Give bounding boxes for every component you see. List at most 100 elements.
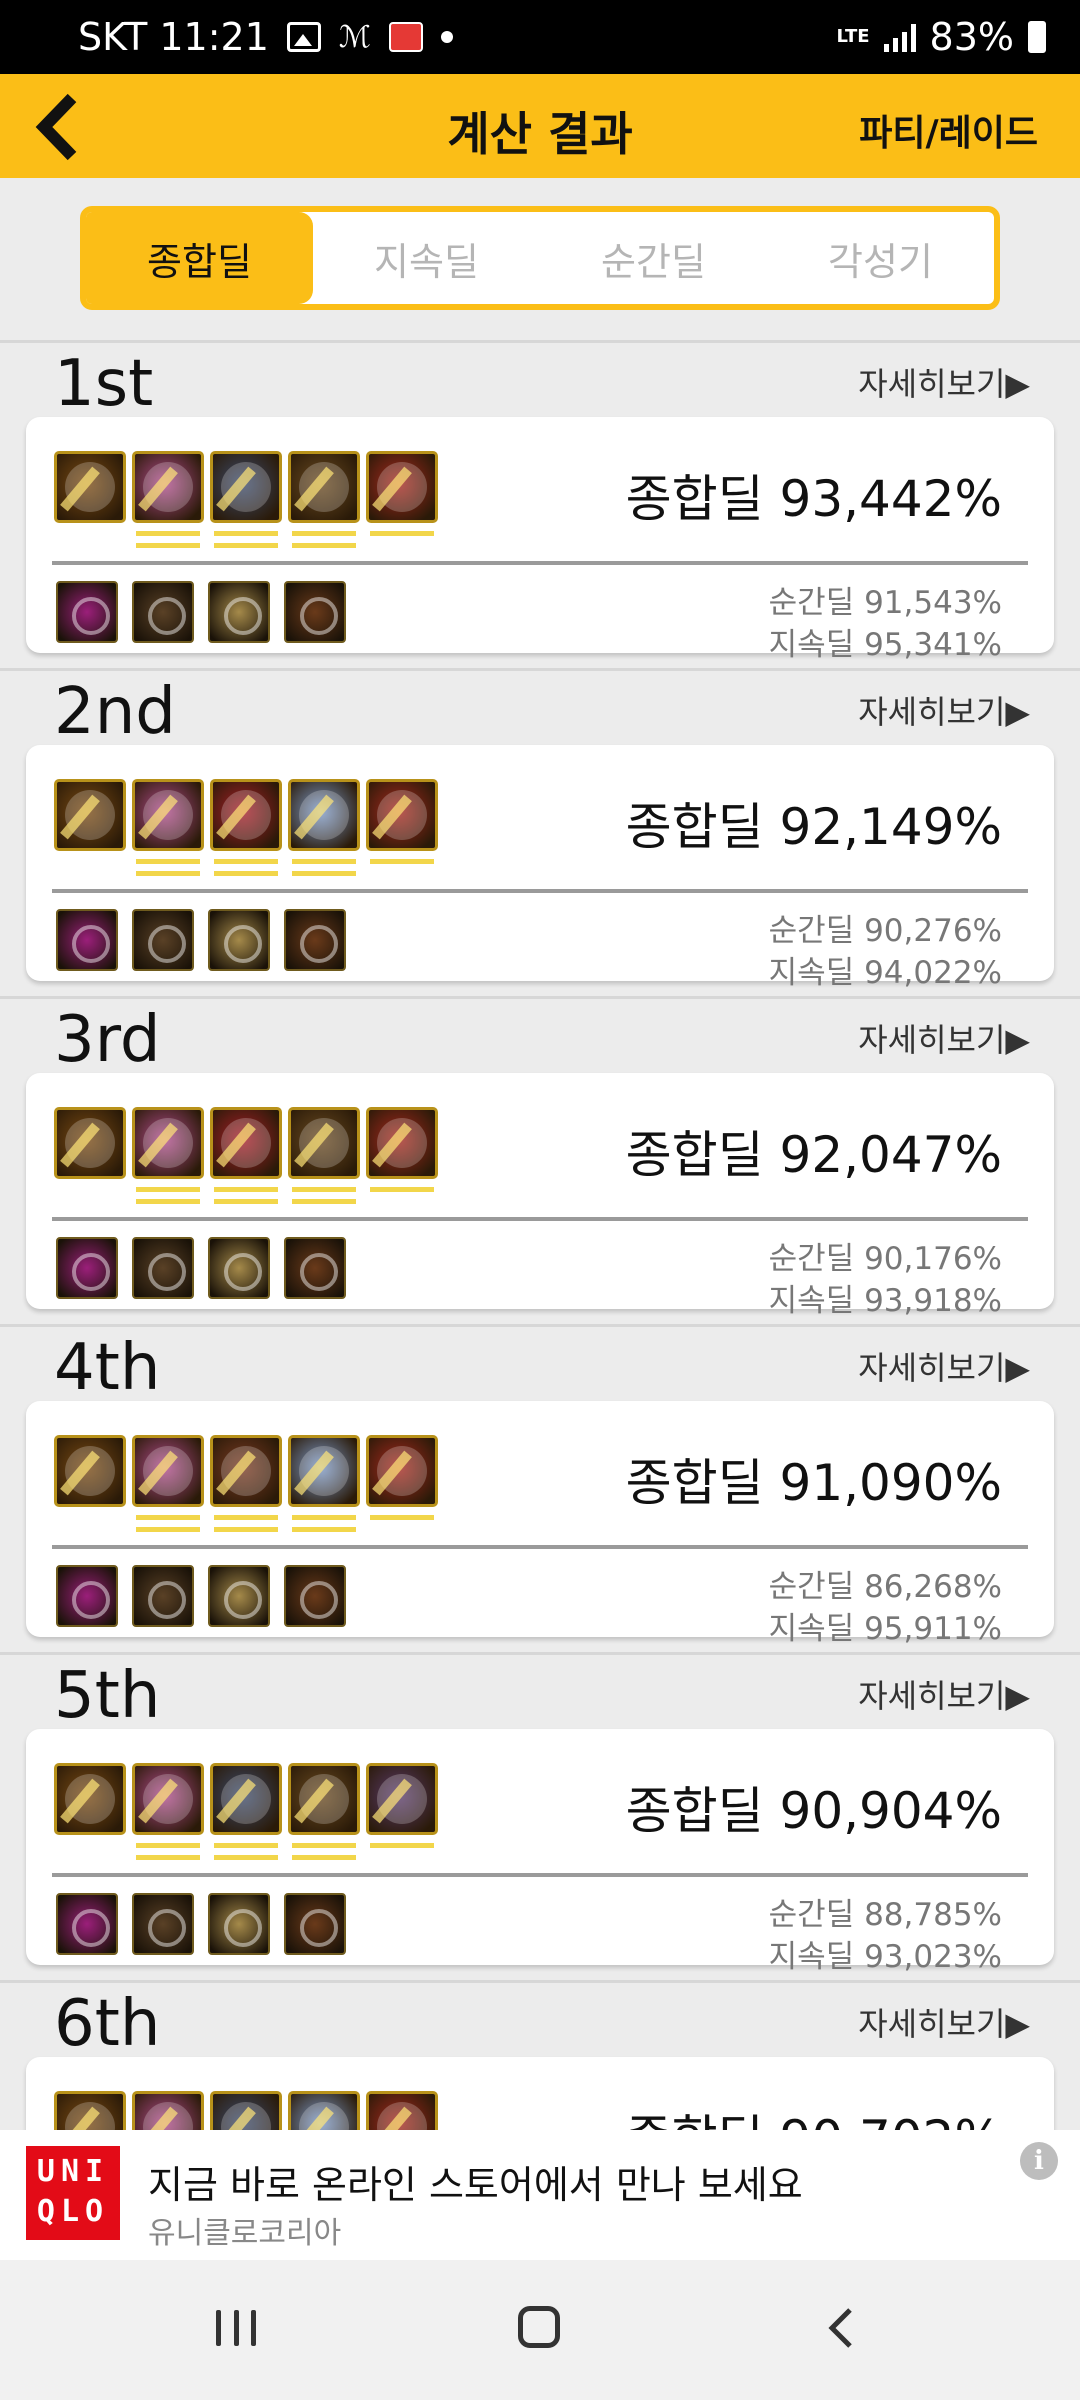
results-list[interactable]: 1st 자세히보기▶ 종합딜 93,442% 순간딜 91,543% 지속딜 95,34… [0, 340, 1080, 2130]
enhance-marker [292, 1515, 356, 1520]
result-card[interactable]: 종합딜 92,047% 순간딜 90,176% 지속딜 93,918% [26, 1073, 1054, 1319]
equipment-icon [366, 1435, 438, 1507]
equipment-slot [54, 1435, 126, 1507]
system-nav-bar [0, 2260, 1080, 2400]
card-divider [52, 1217, 1028, 1221]
enhance-marker [136, 543, 200, 548]
equipment-slot [288, 1107, 360, 1204]
party-raid-button[interactable]: 파티/레이드 [859, 104, 1038, 156]
view-details-link[interactable]: 자세히보기▶ [858, 359, 1030, 405]
app-notification-icon [388, 22, 423, 52]
sub-equipment-icon [56, 1565, 118, 1627]
sub-equipment-icon [56, 1893, 118, 1955]
equipment-icon [288, 1763, 360, 1835]
enhance-marker [370, 1187, 434, 1192]
sustained-damage-value: 지속딜 95,911% [768, 1611, 1002, 1647]
signature-app-icon: ℳ [338, 19, 371, 55]
equipment-slot [366, 779, 438, 864]
tab-total-damage[interactable]: 종합딜 [86, 212, 313, 304]
more-notifications-icon [440, 31, 453, 43]
enhance-marker [292, 1855, 356, 1860]
sub-equipment-icon [56, 1237, 118, 1299]
rank-label: 1st [54, 347, 154, 421]
signal-icon [883, 22, 916, 52]
enhance-marker [370, 1843, 434, 1848]
result-card[interactable]: 종합딜 93,442% 순간딜 91,543% 지속딜 95,341% [26, 417, 1054, 663]
result-card[interactable]: 종합딜 90,702% [26, 2057, 1054, 2130]
card-divider [52, 889, 1028, 893]
view-details-link[interactable]: 자세히보기▶ [858, 687, 1030, 733]
burst-damage-value: 순간딜 90,276% [768, 913, 1002, 949]
view-details-link[interactable]: 자세히보기▶ [858, 1015, 1030, 1061]
battery-percent: 83% [929, 15, 1014, 59]
view-details-link[interactable]: 자세히보기▶ [858, 1343, 1030, 1389]
equipment-icon [210, 451, 282, 523]
burst-damage-value: 순간딜 90,176% [768, 1241, 1002, 1277]
gallery-notification-icon [286, 22, 321, 52]
tab-sustained-damage[interactable]: 지속딜 [313, 212, 540, 304]
home-icon[interactable] [518, 2306, 560, 2348]
ad-banner[interactable]: UNI QLO 지금 바로 온라인 스토어에서 만나 보세요 유니클로코리아 i [0, 2130, 1080, 2260]
sub-equipment-icon [284, 1893, 346, 1955]
equipment-slot [210, 451, 282, 548]
sub-equipment-icon [132, 1893, 194, 1955]
equipment-icon [288, 1107, 360, 1179]
equipment-slot [54, 451, 126, 523]
rank-label: 6th [54, 1987, 161, 2061]
equipment-slot [54, 1107, 126, 1179]
enhance-marker [136, 871, 200, 876]
status-bar: SKT 11:21 ℳ LTE 83% [0, 0, 1080, 74]
recent-apps-icon[interactable] [216, 2310, 256, 2346]
equipment-slot [288, 779, 360, 876]
ad-info-icon[interactable]: i [1020, 2142, 1058, 2180]
tab-burst-damage[interactable]: 순간딜 [540, 212, 767, 304]
sub-equipment-icon [132, 581, 194, 643]
nav-back-icon[interactable] [826, 2306, 856, 2350]
equipment-icon [366, 1107, 438, 1179]
sub-equipment-row [56, 909, 346, 971]
equipment-slot [54, 779, 126, 851]
sustained-damage-value: 지속딜 93,918% [768, 1283, 1002, 1319]
enhance-marker [214, 871, 278, 876]
card-divider [52, 1545, 1028, 1549]
result-card[interactable]: 종합딜 91,090% 순간딜 86,268% 지속딜 95,911% [26, 1401, 1054, 1647]
ad-title: 지금 바로 온라인 스토어에서 만나 보세요 [148, 2163, 803, 2207]
result-rank-1: 1st 자세히보기▶ 종합딜 93,442% 순간딜 91,543% 지속딜 95,34… [0, 340, 1080, 668]
equipment-slot [288, 2091, 360, 2130]
burst-damage-value: 순간딜 88,785% [768, 1897, 1002, 1933]
sub-equipment-icon [208, 1565, 270, 1627]
equipment-slot [366, 2091, 438, 2130]
equipment-row [54, 2091, 438, 2130]
equipment-icon [54, 2091, 126, 2130]
result-card[interactable]: 종합딜 90,904% 순간딜 88,785% 지속딜 93,023% [26, 1729, 1054, 1975]
enhance-marker [214, 531, 278, 536]
equipment-slot [210, 2091, 282, 2130]
result-rank-3: 3rd 자세히보기▶ 종합딜 92,047% 순간딜 90,176% 지속딜 93,91… [0, 996, 1080, 1324]
sustained-damage-value: 지속딜 93,023% [768, 1939, 1002, 1975]
equipment-slot [132, 779, 204, 876]
enhance-marker [136, 1855, 200, 1860]
equipment-icon [54, 1435, 126, 1507]
view-details-link[interactable]: 자세히보기▶ [858, 1671, 1030, 1717]
equipment-slot [288, 451, 360, 548]
equipment-icon [210, 1107, 282, 1179]
total-damage-value: 종합딜 92,047% [625, 1126, 1002, 1184]
enhance-marker [136, 1527, 200, 1532]
sub-equipment-icon [284, 581, 346, 643]
enhance-marker [292, 1527, 356, 1532]
equipment-icon [210, 1763, 282, 1835]
result-card[interactable]: 종합딜 92,149% 순간딜 90,276% 지속딜 94,022% [26, 745, 1054, 991]
uniqlo-logo: UNI QLO [26, 2146, 120, 2240]
enhance-marker [292, 871, 356, 876]
carrier-time: SKT 11:21 [78, 15, 269, 59]
enhance-marker [136, 859, 200, 864]
tab-awakening[interactable]: 각성기 [767, 212, 994, 304]
view-details-link[interactable]: 자세히보기▶ [858, 1999, 1030, 2045]
sub-equipment-icon [208, 909, 270, 971]
result-tabs: 종합딜 지속딜 순간딜 각성기 [80, 206, 1000, 310]
app-header: 계산 결과 파티/레이드 [0, 74, 1080, 178]
enhance-marker [292, 1199, 356, 1204]
enhance-marker [214, 1527, 278, 1532]
rank-label: 2nd [54, 675, 176, 749]
enhance-marker [136, 531, 200, 536]
